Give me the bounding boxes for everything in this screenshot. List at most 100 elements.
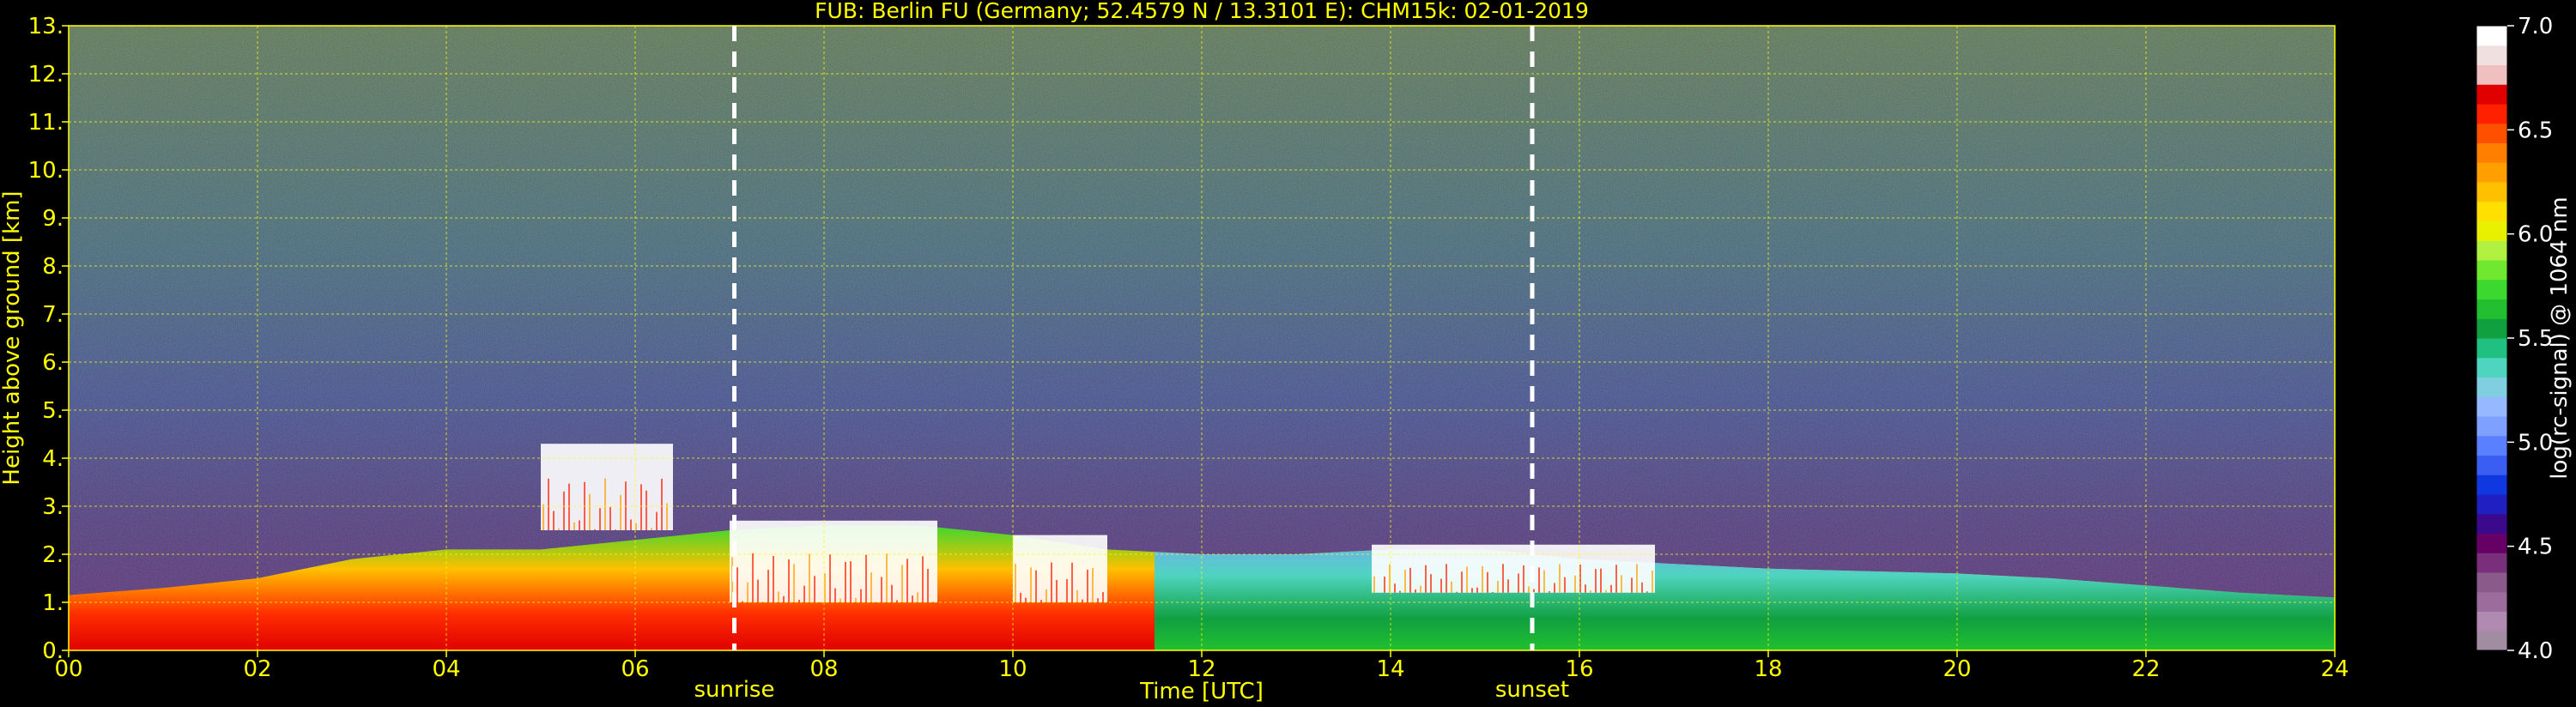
cloud-texture <box>1610 584 1612 593</box>
x-tick-label: 06 <box>621 656 649 682</box>
cloud-texture <box>1636 564 1638 593</box>
colorbar-segment <box>2476 240 2507 261</box>
x-tick-label: 24 <box>2320 656 2349 682</box>
cloud-texture <box>803 585 805 602</box>
colorbar-label: log(rc-signal) @ 1064 nm <box>2547 196 2573 479</box>
cloud-texture <box>1425 565 1427 593</box>
cloud-texture <box>1543 570 1545 593</box>
cloud-texture <box>615 529 616 530</box>
cloud-layer <box>730 520 937 602</box>
cloud-texture <box>1646 591 1648 593</box>
cloud-texture <box>1641 582 1643 593</box>
cloud-texture <box>573 522 575 530</box>
colorbar-segment <box>2476 494 2507 515</box>
x-tick-label: 02 <box>243 656 271 682</box>
x-axis-label: Time [UTC] <box>1139 679 1264 704</box>
cloud-texture <box>609 507 611 530</box>
cloud-texture <box>736 567 738 602</box>
colorbar-segment <box>2476 474 2507 495</box>
cloud-texture <box>1446 564 1447 593</box>
cloud-texture <box>778 591 779 602</box>
cloud-texture <box>1082 599 1083 602</box>
plot-area: sunrise sunset 00 02 04 06 08 10 12 14 16 18 20 22 24… <box>28 14 2349 703</box>
cloud-texture <box>620 494 621 530</box>
colorbar-segment <box>2476 377 2507 397</box>
cloud-texture <box>860 589 862 602</box>
y-tick-label: 5. <box>42 398 64 424</box>
cloud-texture <box>1518 573 1519 593</box>
colorbar-segment <box>2476 26 2507 46</box>
cloud-texture <box>1559 564 1561 593</box>
cloud-texture <box>1564 577 1566 593</box>
cloud-texture <box>1384 577 1385 593</box>
colorbar-segment <box>2476 182 2507 202</box>
x-tick-label: 08 <box>809 656 838 682</box>
cloud-texture <box>829 554 831 602</box>
cloud-texture <box>839 598 841 602</box>
cloud-texture <box>1492 591 1494 593</box>
cloud-texture <box>1415 589 1416 593</box>
colorbar: 4.04.55.05.56.06.57.0 <box>2476 14 2553 664</box>
cloud-texture <box>752 553 754 602</box>
cloud-texture <box>809 553 810 602</box>
cloud-texture <box>1071 562 1073 602</box>
colorbar-segment <box>2476 513 2507 534</box>
cloud-texture <box>1394 583 1396 593</box>
cloud-texture <box>558 528 560 530</box>
colorbar-segment <box>2476 123 2507 143</box>
cloud-texture <box>1471 588 1473 593</box>
x-tick-label: 20 <box>1943 656 1971 682</box>
colorbar-segment <box>2476 84 2507 105</box>
cloud-texture <box>793 564 795 602</box>
cloud-texture <box>1466 566 1468 593</box>
cloud-texture <box>1035 570 1037 602</box>
sunset-label: sunset <box>1495 677 1569 703</box>
colorbar-segment <box>2476 357 2507 378</box>
cloud-texture <box>640 484 642 530</box>
cloud-texture <box>932 601 934 602</box>
colorbar-segment <box>2476 631 2507 651</box>
cloud-texture <box>568 483 570 530</box>
cloud-texture <box>1595 569 1597 593</box>
cloud-texture <box>922 556 924 602</box>
cloud-texture <box>1015 564 1016 602</box>
cloud-texture <box>917 592 918 602</box>
cloud-texture <box>1097 598 1099 602</box>
colorbar-segment <box>2476 201 2507 221</box>
cloud-texture <box>1487 571 1488 593</box>
cloud-texture <box>1040 600 1042 602</box>
colorbar-segment <box>2476 416 2507 437</box>
cloud-texture <box>886 553 888 602</box>
cloud-texture <box>845 562 846 602</box>
cloud-texture <box>1066 578 1068 602</box>
cloud-texture <box>767 570 769 602</box>
cloud-texture <box>1631 577 1633 593</box>
cloud-texture <box>651 528 652 530</box>
colorbar-tick-label: 7.0 <box>2518 14 2553 39</box>
cloud-texture <box>1621 575 1622 593</box>
cloud-texture <box>850 561 852 602</box>
cloud-texture <box>762 601 764 602</box>
cloud-texture <box>1538 567 1540 593</box>
cloud-texture <box>1399 590 1401 593</box>
x-tick-label: 22 <box>2131 656 2160 682</box>
y-tick-label: 3. <box>42 494 64 520</box>
cloud-texture <box>1461 571 1463 593</box>
colorbar-segment <box>2476 260 2507 281</box>
cloud-texture <box>798 600 800 602</box>
colorbar-segment <box>2476 318 2507 339</box>
cloud-texture <box>1102 592 1104 602</box>
cloud-texture <box>548 478 549 530</box>
cloud-texture <box>870 572 872 602</box>
y-tick-label: 13. <box>28 14 64 39</box>
cloud-layer <box>1372 544 1655 593</box>
cloud-texture <box>604 478 606 530</box>
cloud-texture <box>1025 597 1027 602</box>
cloud-texture <box>1523 565 1524 593</box>
cloud-texture <box>1585 584 1586 593</box>
cloud-texture <box>1409 567 1411 593</box>
cloud-texture <box>1404 570 1406 593</box>
cloud-texture <box>1615 565 1617 593</box>
colorbar-segment <box>2476 396 2507 417</box>
cloud-texture <box>1373 576 1375 593</box>
